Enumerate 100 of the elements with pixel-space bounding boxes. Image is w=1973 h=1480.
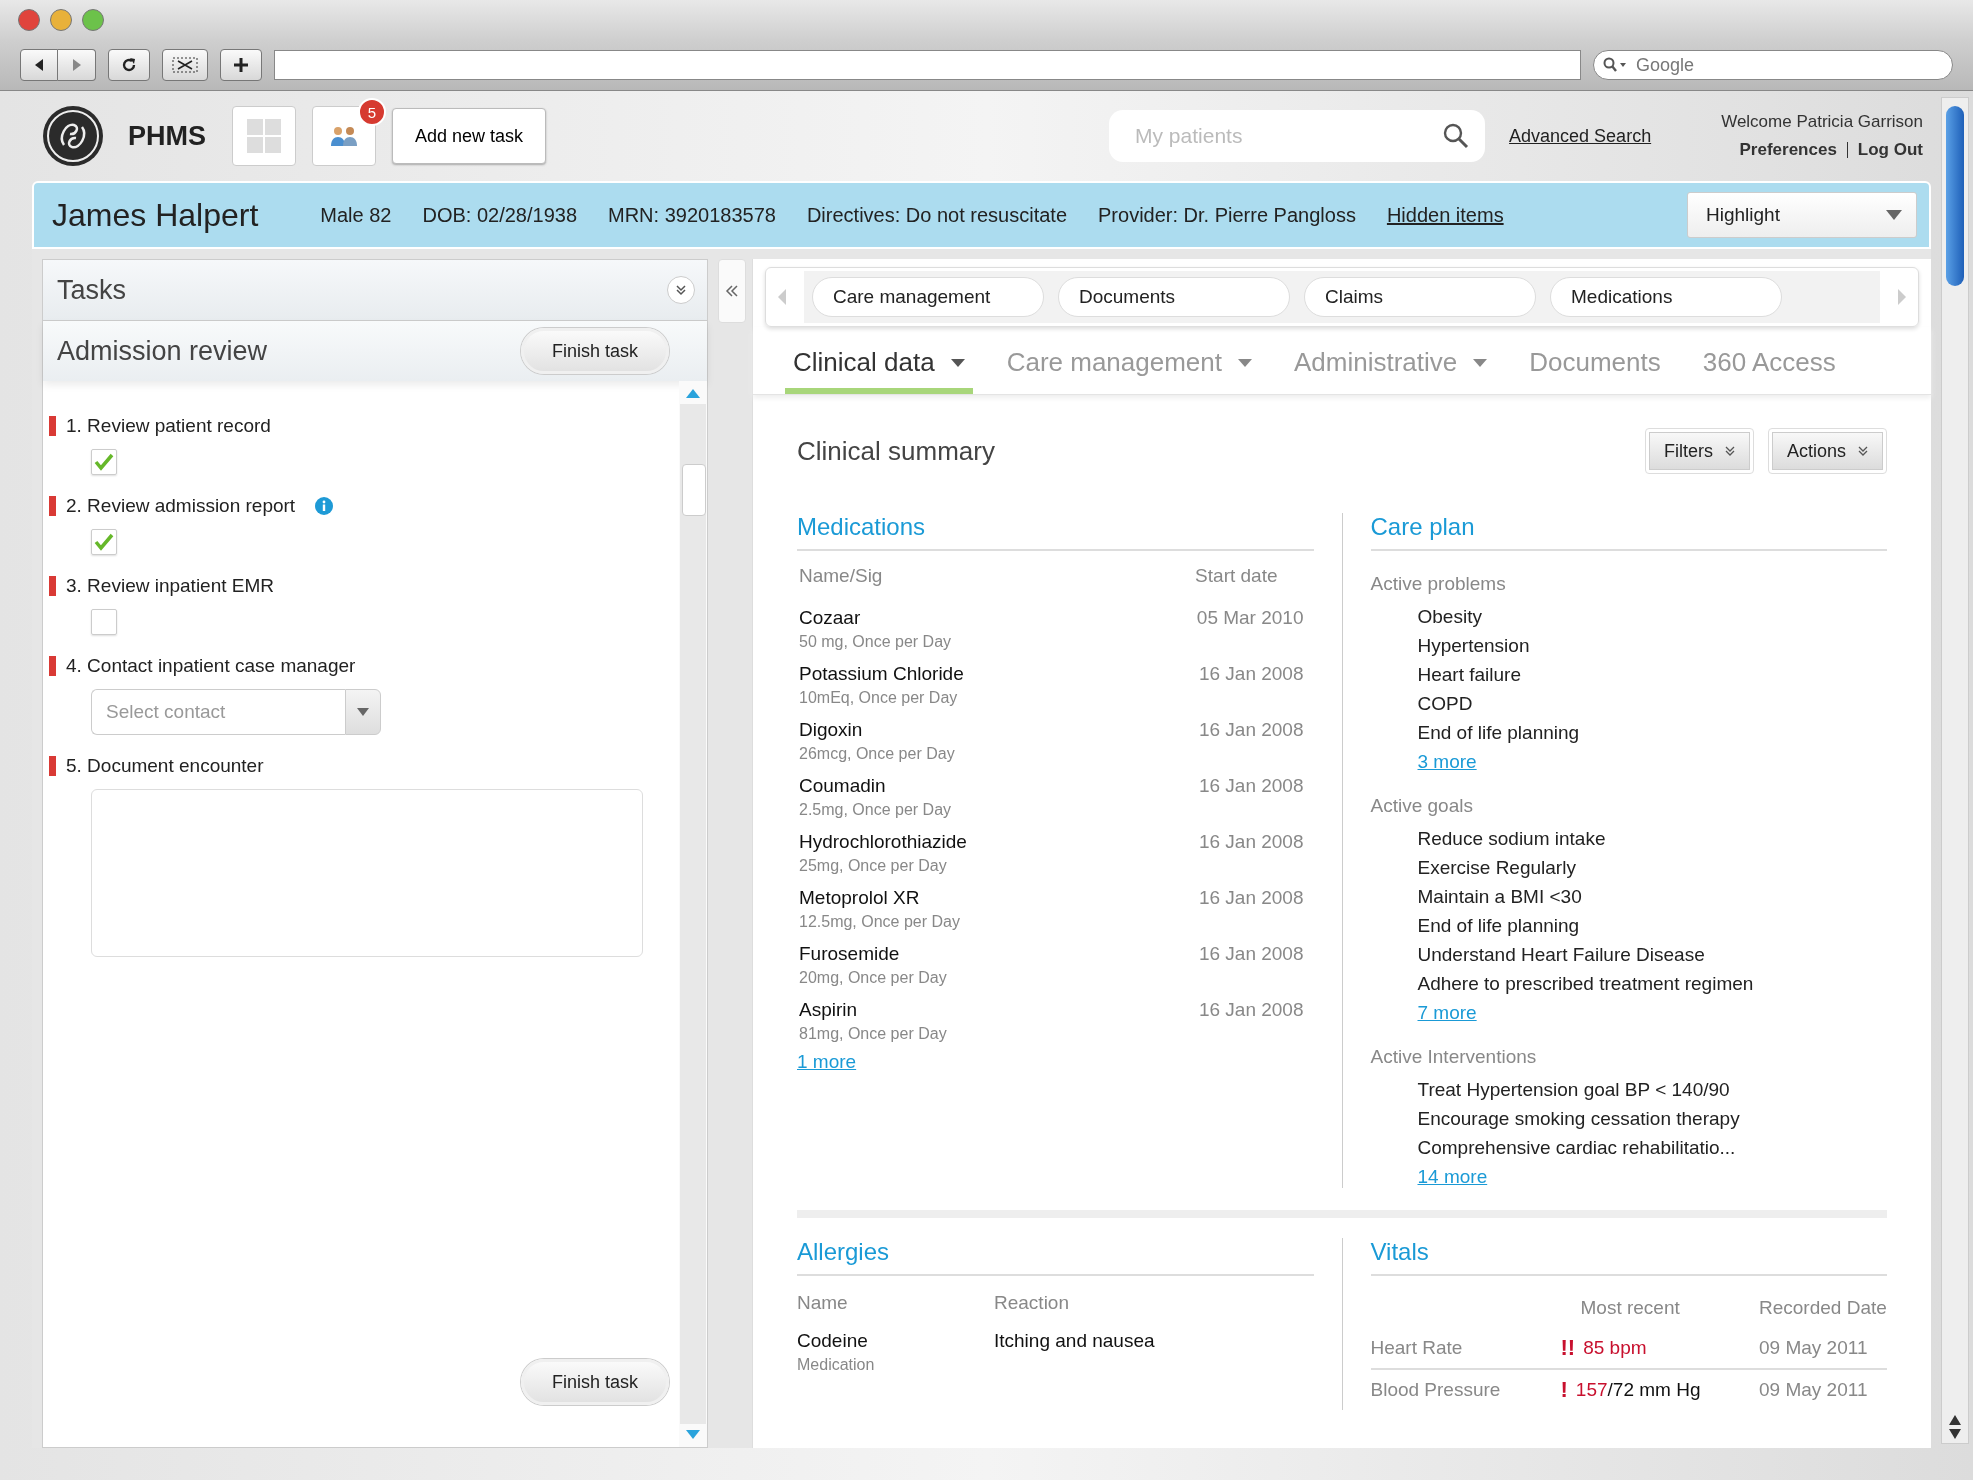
vital-name: Heart Rate xyxy=(1370,1337,1464,1359)
group-title: Active Interventions xyxy=(1370,1046,1538,1068)
notification-badge: 5 xyxy=(358,98,386,126)
care-plan-item: Adhere to prescribed treatment regimen xyxy=(1417,973,1755,995)
app-name: PHMS xyxy=(128,120,206,152)
forward-button[interactable] xyxy=(58,49,96,81)
column-header: Reaction xyxy=(994,1292,1069,1314)
caret-icon xyxy=(1886,210,1902,220)
vital-value: 157/72 mm Hg xyxy=(1575,1379,1701,1401)
checkbox[interactable] xyxy=(91,609,117,635)
step-label: 4. Contact inpatient case manager xyxy=(66,655,356,677)
dropdown-button[interactable]: Filters xyxy=(1648,432,1750,470)
collapse-button[interactable] xyxy=(718,259,746,323)
checkbox[interactable] xyxy=(91,449,117,475)
hidden-items-link[interactable]: Hidden items xyxy=(1386,203,1504,227)
contact-select[interactable]: Select contact xyxy=(91,689,345,735)
user-link[interactable]: Log Out xyxy=(1857,140,1923,160)
care-plan-item: COPD xyxy=(1417,693,1474,715)
user-link[interactable]: Preferences xyxy=(1739,140,1837,160)
care-plan-item: Understand Heart Failure Disease xyxy=(1417,944,1706,966)
dropdown-button[interactable] xyxy=(345,689,381,735)
advanced-search-link[interactable]: Advanced Search xyxy=(1509,125,1652,147)
scrollbar-thumb[interactable] xyxy=(682,464,706,516)
start-date: 16 Jan 2008 xyxy=(1198,999,1304,1021)
care-plan-item: Encourage smoking cessation therapy xyxy=(1417,1108,1741,1130)
browser-search-field[interactable]: Google xyxy=(1593,50,1953,80)
medication-name: Furosemide xyxy=(799,943,901,965)
search-icon xyxy=(1603,57,1629,73)
zoom-button[interactable] xyxy=(82,9,104,31)
care-plan-item: Reduce sodium intake xyxy=(1417,828,1607,850)
tab[interactable]: Clinical data xyxy=(785,339,973,394)
chevron-icon xyxy=(725,285,739,297)
card-title: Allergies xyxy=(797,1238,1314,1276)
column-header: Name xyxy=(797,1292,849,1314)
priority-marker xyxy=(49,756,56,776)
scissors-icon xyxy=(172,56,198,74)
info-icon[interactable] xyxy=(315,497,334,515)
scroll-down-icon[interactable] xyxy=(1949,1429,1961,1439)
new-tab-button[interactable] xyxy=(220,49,262,81)
checkbox[interactable] xyxy=(91,529,117,555)
snip-button[interactable] xyxy=(162,49,208,81)
quick-tab[interactable]: Care management xyxy=(812,277,1044,317)
start-date: 16 Jan 2008 xyxy=(1198,887,1304,909)
close-button[interactable] xyxy=(18,9,40,31)
add-task-button[interactable]: Add new task xyxy=(392,108,547,164)
quick-tab[interactable]: Medications xyxy=(1550,277,1782,317)
care-team-button[interactable] xyxy=(312,106,376,166)
back-button[interactable] xyxy=(20,49,58,81)
vital-value: 85 bpm xyxy=(1583,1337,1647,1359)
logo-icon xyxy=(42,105,104,167)
reload-button[interactable] xyxy=(108,49,150,81)
patient-fact: Provider: Dr. Pierre Pangloss xyxy=(1098,203,1356,227)
start-date: 16 Jan 2008 xyxy=(1198,719,1304,741)
caret-icon xyxy=(950,358,965,367)
minimize-button[interactable] xyxy=(50,9,72,31)
scroll-up-icon[interactable] xyxy=(1949,1415,1961,1425)
page-scrollbar[interactable] xyxy=(1941,97,1969,1444)
highlight-dropdown[interactable]: Highlight xyxy=(1687,192,1917,238)
care-plan-item: Comprehensive cardiac rehabilitatio... xyxy=(1417,1137,1737,1159)
step-label: 1. Review patient record xyxy=(66,415,271,437)
quick-tab[interactable]: Documents xyxy=(1058,277,1290,317)
people-icon xyxy=(330,124,358,148)
medication-sig: 12.5mg, Once per Day xyxy=(799,913,960,931)
section-title: Clinical summary xyxy=(797,435,995,467)
finish-task-button[interactable]: Finish task xyxy=(520,328,669,374)
dashboard-button[interactable] xyxy=(232,106,296,166)
scrollbar-thumb[interactable] xyxy=(1946,106,1964,286)
allergen-type: Medication xyxy=(797,1356,876,1374)
address-field[interactable] xyxy=(274,50,1581,80)
medication-sig: 26mcg, Once per Day xyxy=(799,745,955,763)
step-label: 5. Document encounter xyxy=(66,755,264,777)
card-title: Care plan xyxy=(1370,513,1887,551)
column-header: Name/Sig xyxy=(799,565,883,587)
recorded-date: 09 May 2011 xyxy=(1759,1379,1869,1401)
group-title: Active problems xyxy=(1370,573,1507,595)
column-header: Recorded Date xyxy=(1759,1297,1887,1319)
scroll-left-icon[interactable] xyxy=(776,288,788,306)
expand-button[interactable] xyxy=(667,276,695,304)
care-plan-item: Hypertension xyxy=(1417,635,1531,657)
start-date: 16 Jan 2008 xyxy=(1198,775,1304,797)
quick-tab[interactable]: Claims xyxy=(1304,277,1536,317)
medication-name: Hydrochlorothiazide xyxy=(799,831,967,853)
scrollbar[interactable] xyxy=(679,381,707,1447)
reload-icon xyxy=(120,56,138,74)
medication-name: Metoprolol XR xyxy=(799,887,921,909)
caret-icon xyxy=(1473,358,1488,367)
priority-marker xyxy=(49,496,56,516)
care-plan-item: Obesity xyxy=(1417,606,1483,628)
care-plan-item: Heart failure xyxy=(1417,664,1522,686)
patient-search-field[interactable]: My patients xyxy=(1109,110,1486,162)
medication-name: Coumadin xyxy=(799,775,887,797)
scroll-right-icon[interactable] xyxy=(1896,288,1908,306)
patient-fact: Male 82 xyxy=(320,203,392,227)
chevron-icon xyxy=(675,284,687,296)
finish-task-button[interactable]: Finish task xyxy=(520,1359,669,1405)
medication-sig: 50 mg, Once per Day xyxy=(799,633,952,651)
dropdown-button[interactable]: Actions xyxy=(1771,432,1883,470)
start-date: 16 Jan 2008 xyxy=(1198,831,1304,853)
patient-fact: Directives: Do not resuscitate xyxy=(806,203,1067,227)
care-plan-item: Maintain a BMI <30 xyxy=(1417,886,1583,908)
